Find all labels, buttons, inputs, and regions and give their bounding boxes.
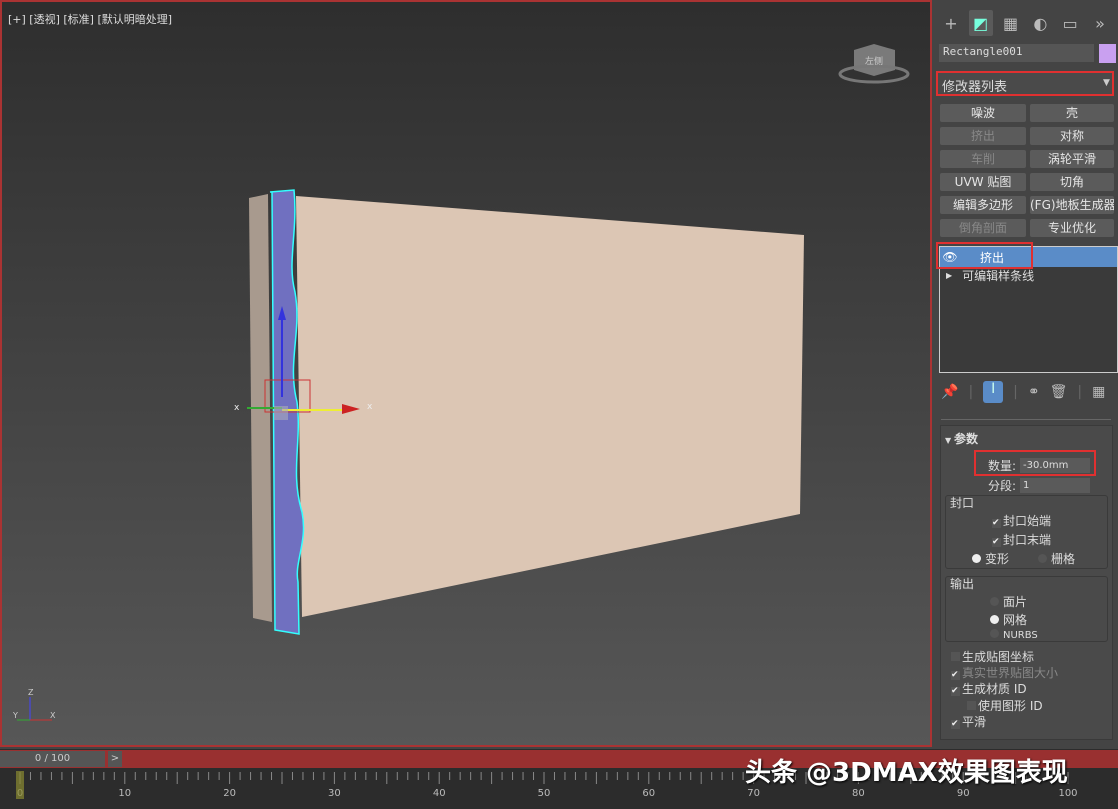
chevron-down-icon[interactable]: ▼	[1103, 78, 1110, 88]
grid-radio[interactable]: 栅格	[1038, 550, 1075, 567]
real-world-checkbox[interactable]: ✔ 真实世界贴图大小	[951, 664, 1058, 681]
modifier-button[interactable]: 倒角剖面	[940, 219, 1026, 237]
svg-text:Z: Z	[28, 688, 34, 697]
modifier-button[interactable]: 挤出	[940, 127, 1026, 145]
cap-end-checkbox[interactable]: ✔ 封口末端	[992, 531, 1051, 548]
highlight-box	[974, 450, 1096, 476]
svg-text:Y: Y	[12, 711, 18, 720]
capping-group: 封口 ✔ 封口始端 ✔ 封口末端 变形 栅格	[945, 495, 1108, 569]
more-icon[interactable]: »	[1088, 10, 1112, 36]
capping-title: 封口	[950, 496, 975, 510]
modifier-buttons: 噪波壳挤出 对称 车削 涡轮平滑 UVW 贴图 切角 编辑多边形 (FG)地板生成器 倒角剖面专…	[940, 104, 1114, 237]
stack-toolbar: 📌 | Ⅰ | ⚭ 🗑 | ▦	[941, 381, 1105, 403]
tick-label: 20	[223, 788, 236, 799]
display-tab-icon[interactable]: ▭	[1058, 10, 1082, 36]
time-slider[interactable]: 0 / 100	[0, 751, 105, 767]
hierarchy-tab-icon[interactable]: ▦	[999, 10, 1023, 36]
tick-label: 90	[957, 788, 970, 799]
smooth-checkbox[interactable]: ✔ 平滑	[951, 713, 986, 730]
viewcube-label: 左侧	[865, 55, 883, 67]
svg-text:X: X	[50, 711, 56, 720]
create-tab-plus-icon[interactable]: +	[939, 10, 963, 36]
motion-tab-icon[interactable]: ◐	[1028, 10, 1052, 36]
tick-label: 80	[852, 788, 865, 799]
modifier-button[interactable]: 噪波	[940, 104, 1026, 122]
tick-label: 40	[433, 788, 446, 799]
modifier-button[interactable]: (FG)地板生成器	[1030, 196, 1114, 214]
svg-text:x: x	[234, 403, 240, 413]
modifier-button[interactable]: 对称	[1030, 127, 1114, 145]
tick-label: 30	[328, 788, 341, 799]
parameters-rollout: ▼ 参数 数量: -30.0mm 分段: 1 封口 ✔ 封口始端 ✔ 封口末端 变形…	[940, 425, 1113, 740]
viewport-perspective[interactable]: [+] [透视] [标准] [默认明暗处理] 左侧 x x Z X Y	[0, 0, 932, 747]
highlight-box	[936, 242, 1033, 269]
modifier-list-dropdown[interactable]: 修改器列表	[936, 71, 1114, 96]
modifier-button[interactable]: 专业优化	[1030, 219, 1114, 237]
nurbs-radio[interactable]: NURBS	[990, 629, 1038, 641]
tick-label: 100	[1058, 788, 1077, 799]
cap-start-checkbox[interactable]: ✔ 封口始端	[992, 512, 1051, 529]
watermark: 头条 @3DMAX效果图表现	[745, 758, 1068, 788]
pin-icon[interactable]: 📌	[941, 384, 958, 400]
object-color-swatch[interactable]	[1099, 44, 1116, 63]
gen-mapping-checkbox[interactable]: 生成贴图坐标	[951, 648, 1034, 665]
tick-label: 10	[118, 788, 131, 799]
viewcube[interactable]: 左侧	[838, 44, 910, 84]
use-shape-id-checkbox[interactable]: 使用图形 ID	[967, 697, 1043, 714]
modifier-button[interactable]: 涡轮平滑	[1030, 150, 1114, 168]
tick-label: 70	[747, 788, 760, 799]
gen-matid-checkbox[interactable]: ✔ 生成材质 ID	[951, 680, 1027, 697]
make-unique-icon[interactable]: ⚭	[1028, 384, 1040, 400]
object-name-field[interactable]: Rectangle001	[939, 44, 1094, 62]
show-end-result-icon[interactable]: Ⅰ	[983, 381, 1004, 403]
stack-item-editable-spline[interactable]: ▶ 可编辑样条线	[940, 267, 1117, 283]
next-frame-arrow-icon[interactable]: >	[108, 751, 122, 767]
modifier-button[interactable]: 切角	[1030, 173, 1114, 191]
output-title: 输出	[950, 577, 975, 591]
patch-radio[interactable]: 面片	[990, 593, 1027, 610]
rollout-title[interactable]: ▼ 参数	[945, 430, 978, 447]
modifier-button[interactable]: 车削	[940, 150, 1026, 168]
divider	[941, 419, 1111, 420]
mesh-radio[interactable]: 网格	[990, 611, 1027, 628]
current-frame-marker	[16, 771, 24, 799]
command-panel: + ◩ ▦ ◐ ▭ » Rectangle001 修改器列表 ▼ 噪波壳挤出 对称…	[933, 0, 1118, 747]
output-group: 输出 面片 网格 NURBS	[945, 576, 1108, 642]
trash-icon[interactable]: 🗑	[1050, 384, 1068, 400]
axis-tripod: Z X Y	[12, 688, 56, 721]
modifier-button[interactable]: 壳	[1030, 104, 1114, 122]
segments-label: 分段:	[988, 479, 1017, 493]
modifier-button[interactable]: UVW 贴图	[940, 173, 1026, 191]
modifier-button[interactable]: 编辑多边形	[940, 196, 1026, 214]
configure-sets-icon[interactable]: ▦	[1092, 384, 1105, 400]
expand-triangle-icon[interactable]: ▶	[946, 271, 952, 280]
tick-label: 60	[642, 788, 655, 799]
segments-spinner[interactable]: 1	[1020, 478, 1090, 493]
tick-label: 50	[538, 788, 551, 799]
morph-radio[interactable]: 变形	[972, 550, 1009, 567]
modify-tab-icon[interactable]: ◩	[968, 10, 993, 36]
svg-text:x: x	[367, 402, 373, 412]
scene: 左侧 x x Z X Y	[12, 44, 910, 721]
